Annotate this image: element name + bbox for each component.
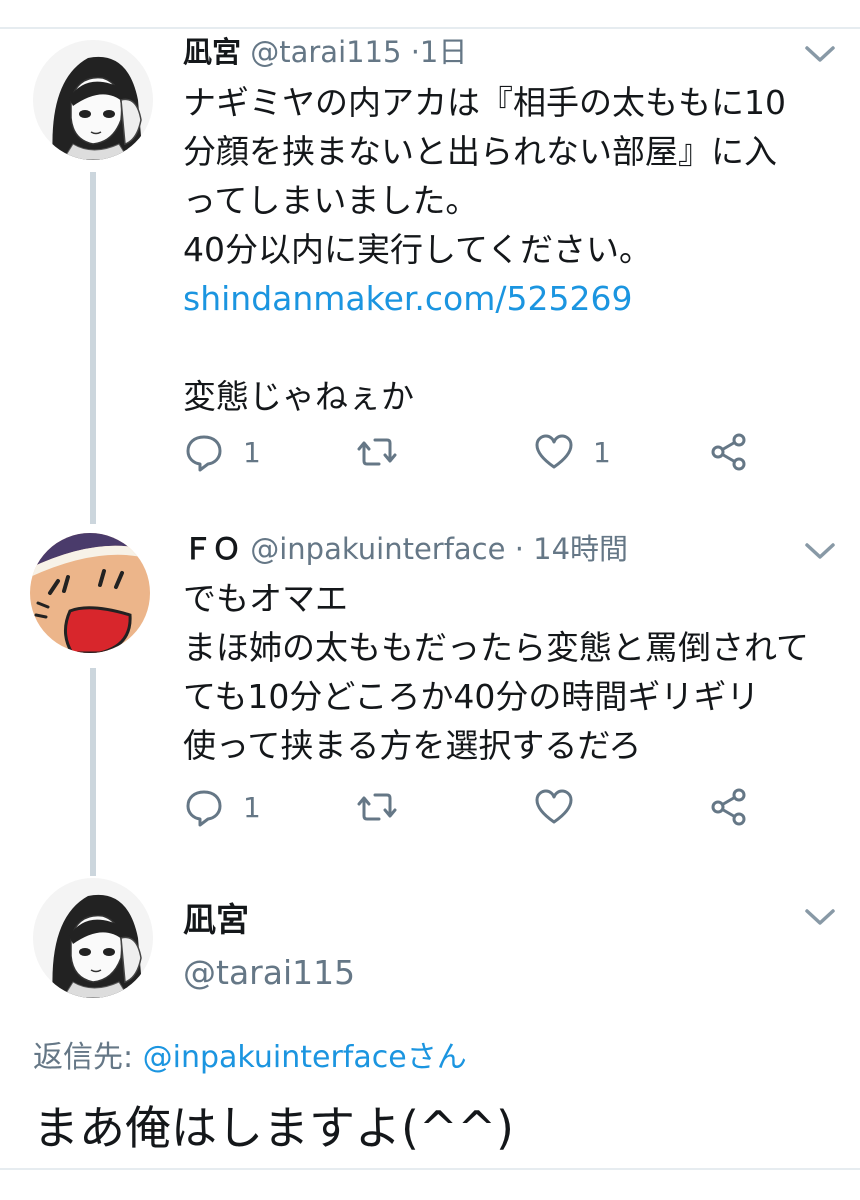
tweet-text-line: 使って挟まる方を選択するだろ [183,726,642,765]
tweet-text-line: ても10分どころか40分の時間ギリギリ [183,677,760,716]
reply-mention-link[interactable]: @inpakuinterfaceさん [143,1040,467,1075]
separator: · [410,35,420,69]
reply-button[interactable]: 1 [183,785,261,829]
display-name[interactable]: ＦＯ [183,532,241,566]
tweet-text-line: ってしまいました。 [183,181,479,220]
share-button[interactable] [708,785,750,829]
user-avatar[interactable] [33,878,153,998]
chevron-down-icon[interactable] [803,43,837,65]
share-icon [711,788,746,826]
reply-icon [186,790,222,827]
reply-button[interactable]: 1 [183,430,261,474]
user-handle[interactable]: @inpakuinterface [250,532,505,566]
heart-icon [535,789,573,824]
thread-connector [90,172,96,524]
like-button[interactable] [533,785,593,829]
tweet-actions: 1 [183,785,763,829]
cartoon-face-avatar-icon [30,533,150,653]
tweet-text-line: 40分以内に実行してください。 [183,230,653,269]
replying-to: 返信先: @inpakuinterfaceさん [33,1035,467,1081]
retweet-button[interactable] [356,430,416,474]
heart-icon [535,434,573,469]
timestamp[interactable]: 1日 [420,35,467,69]
bottom-divider [0,1168,860,1170]
reply-count: 1 [243,435,261,469]
tweet-text: ナギミヤの内アカは『相手の太ももに10 分顔を挟まないと出られない部屋』に入 っ… [183,78,843,421]
display-name[interactable]: 凪宮 [183,35,241,69]
tweet-text-line: ナギミヤの内アカは『相手の太ももに10 [183,83,786,122]
timestamp[interactable]: 14時間 [533,532,628,566]
tweet-text-line: 変態じゃねぇか [183,377,414,416]
tweet-text-line: まほ姉の太ももだったら変態と罵倒されて [183,628,810,667]
replying-label: 返信先: [33,1040,134,1075]
reply-count: 1 [243,790,261,824]
tweet-text-line: 分顔を挟まないと出られない部屋』に入 [183,132,777,171]
user-avatar[interactable] [30,533,150,653]
retweet-icon [357,793,397,821]
tweet-link[interactable]: shindanmaker.com/525269 [183,274,843,323]
manga-girl-avatar-icon [33,40,153,160]
manga-girl-avatar-icon [33,878,153,998]
share-icon [711,433,746,471]
thread-connector [90,668,96,876]
tweet-header: 凪宮 @tarai115 ·1日 [183,32,467,72]
top-divider [0,27,860,29]
tweet-header: ＦＯ @inpakuinterface · 14時間 [183,529,628,569]
user-handle[interactable]: @tarai115 [183,950,355,996]
retweet-button[interactable] [356,785,416,829]
retweet-icon [357,438,397,466]
like-count: 1 [593,435,611,469]
user-handle[interactable]: @tarai115 [250,35,401,69]
tweet-actions: 1 1 [183,430,763,474]
share-button[interactable] [708,430,750,474]
tweet-text: でもオマエ まほ姉の太ももだったら変態と罵倒されて ても10分どころか40分の時… [183,574,843,770]
chevron-down-icon[interactable] [803,906,837,928]
separator: · [514,532,524,566]
display-name[interactable]: 凪宮 [183,897,249,943]
user-avatar[interactable] [33,40,153,160]
reply-icon [186,435,222,472]
tweet-text: まあ俺はしますよ(^^) [33,1101,514,1155]
chevron-down-icon[interactable] [803,540,837,562]
like-button[interactable]: 1 [533,430,611,474]
tweet-text-line: でもオマエ [183,579,348,618]
